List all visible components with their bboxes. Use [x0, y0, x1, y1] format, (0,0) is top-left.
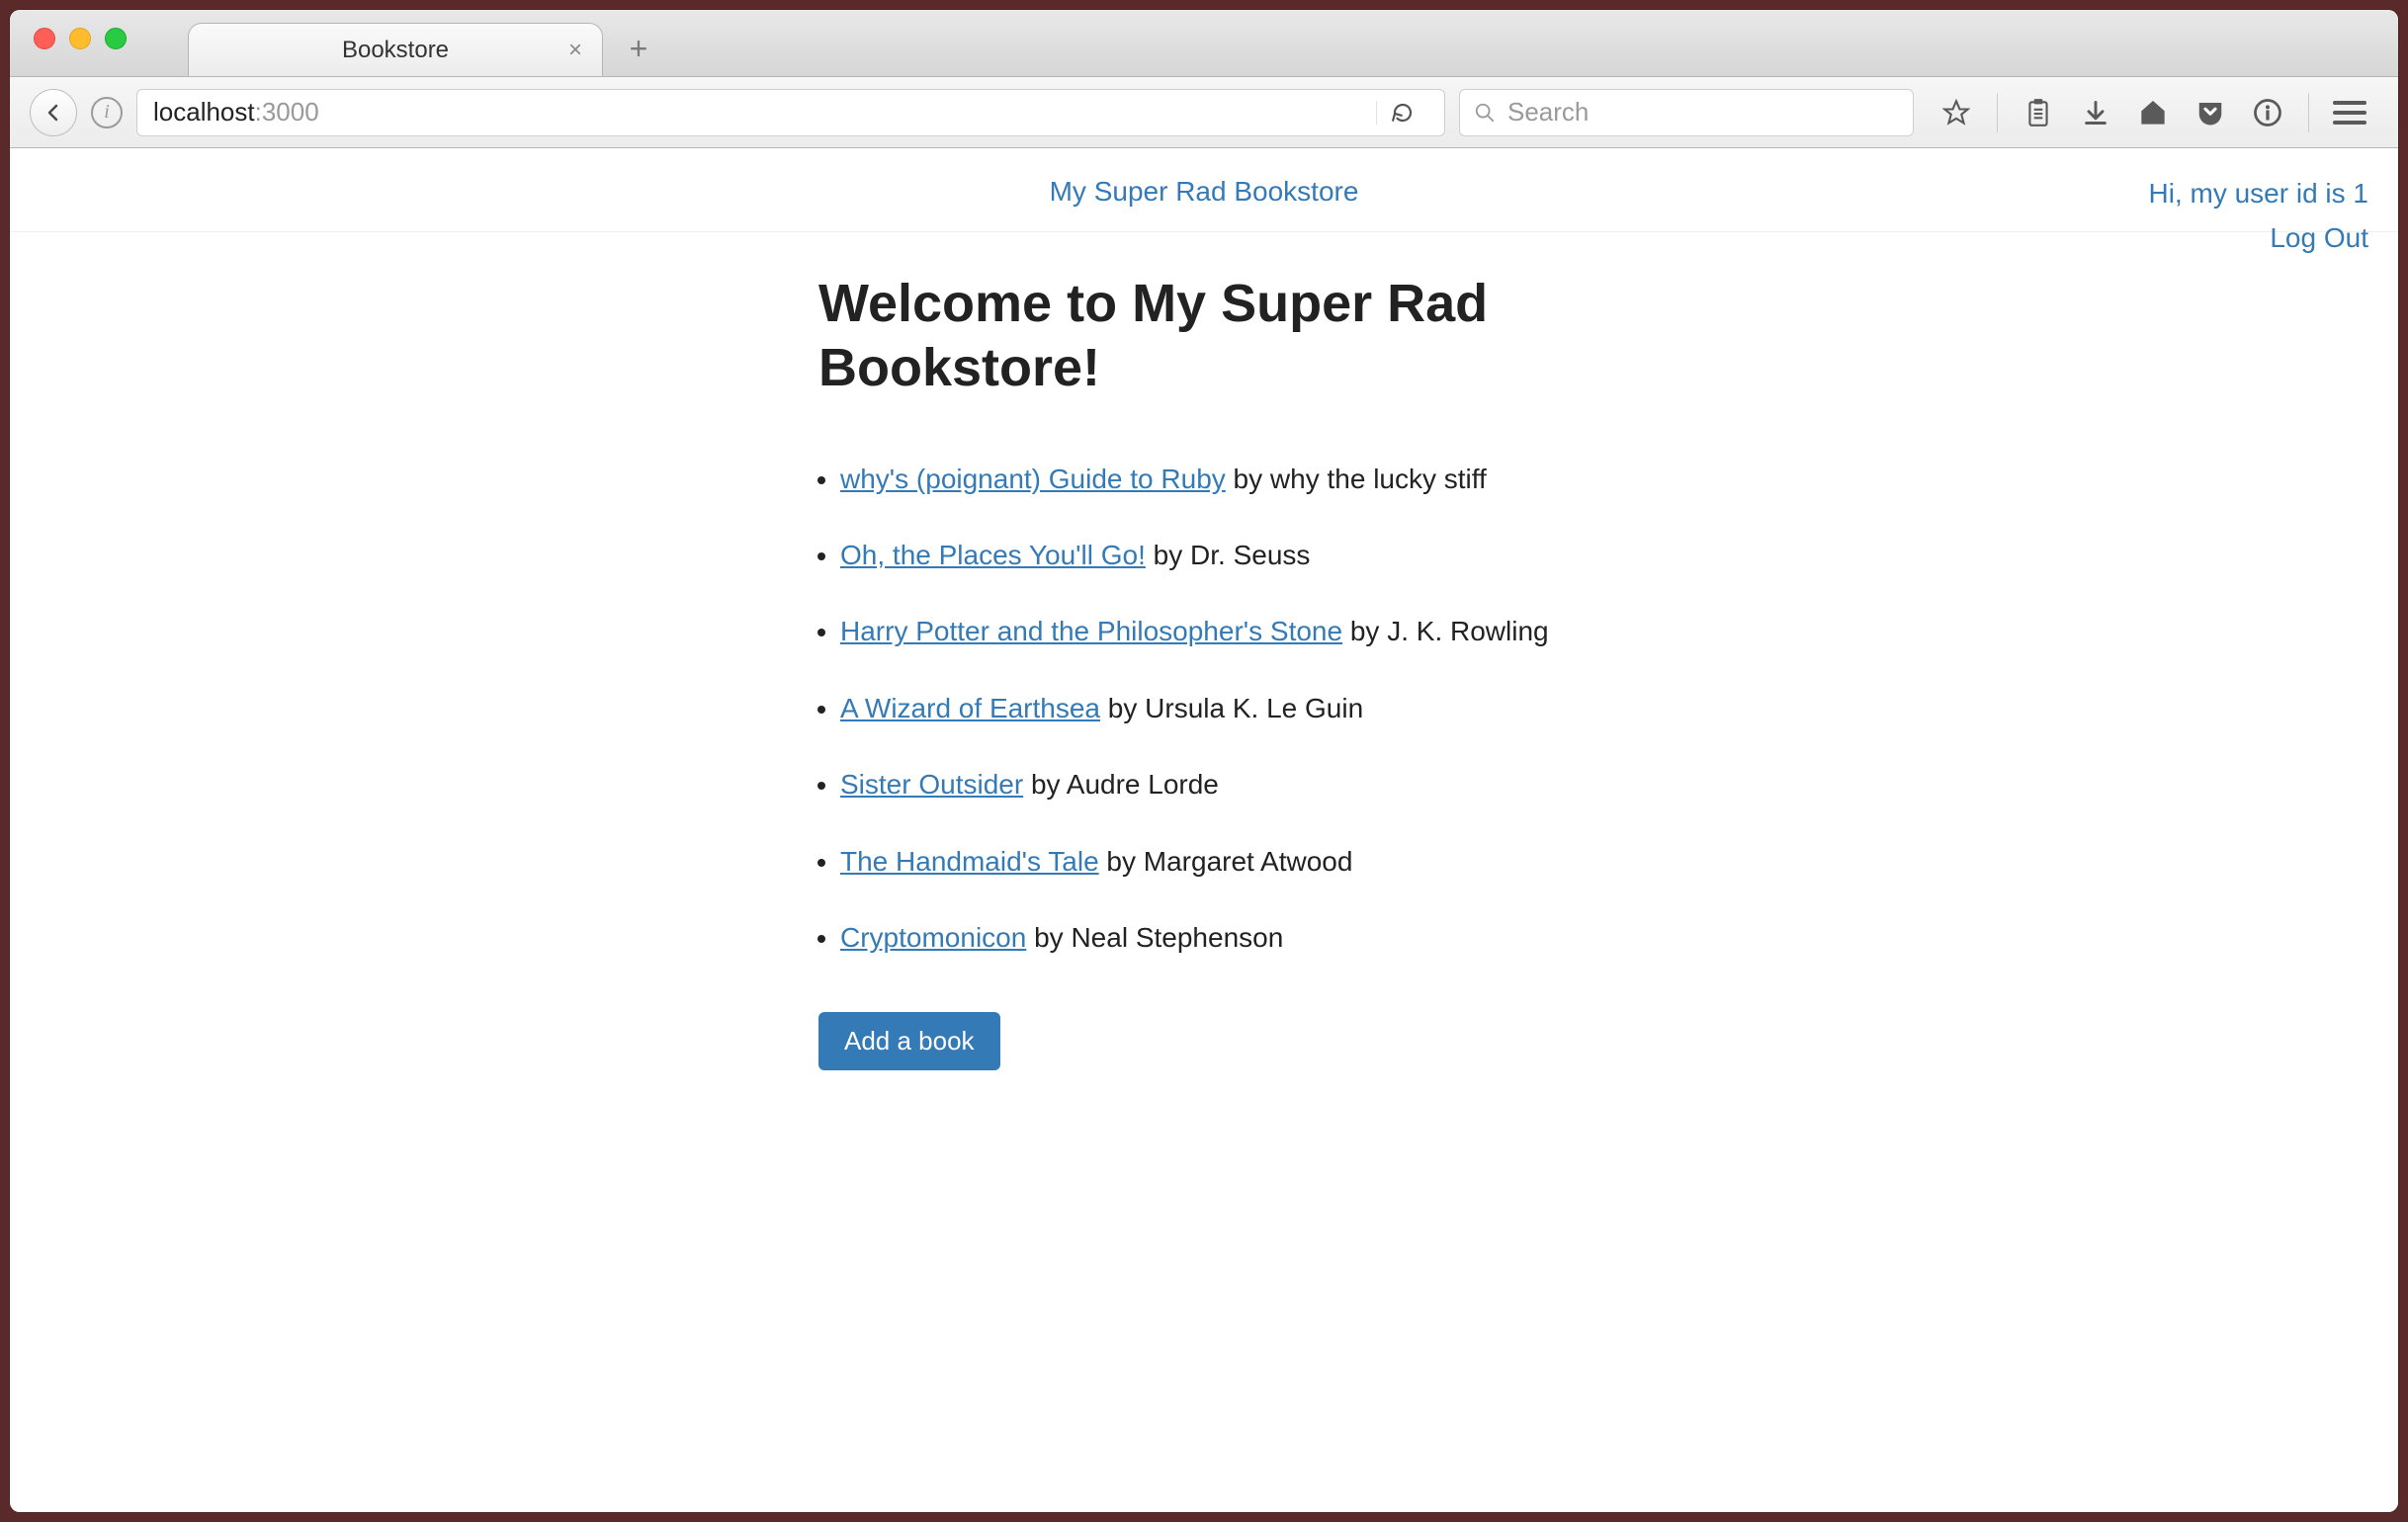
back-arrow-icon [43, 103, 63, 123]
toolbar-separator [2308, 93, 2309, 132]
list-item: The Handmaid's Tale by Margaret Atwood [840, 840, 1590, 883]
list-item: why's (poignant) Guide to Ruby by why th… [840, 458, 1590, 500]
window-controls [34, 28, 127, 49]
info-circle-icon[interactable] [2251, 96, 2284, 129]
by-text: by [1226, 464, 1270, 494]
book-author: Neal Stephenson [1071, 922, 1283, 953]
search-icon [1474, 102, 1496, 124]
url-host: localhost [153, 97, 255, 127]
brand-link[interactable]: My Super Rad Bookstore [1050, 176, 1359, 207]
page-title: Welcome to My Super Rad Bookstore! [818, 272, 1590, 400]
book-title-link[interactable]: The Handmaid's Tale [840, 846, 1099, 877]
book-title-link[interactable]: why's (poignant) Guide to Ruby [840, 464, 1226, 494]
window-maximize-button[interactable] [105, 28, 127, 49]
pocket-icon[interactable] [2193, 96, 2227, 129]
browser-tab[interactable]: Bookstore × [188, 23, 603, 76]
add-book-button[interactable]: Add a book [818, 1012, 1000, 1070]
by-text: by [1099, 846, 1144, 877]
list-item: A Wizard of Earthsea by Ursula K. Le Gui… [840, 687, 1590, 729]
book-author: Margaret Atwood [1144, 846, 1353, 877]
menu-icon[interactable] [2333, 101, 2366, 125]
book-title-link[interactable]: Sister Outsider [840, 769, 1023, 800]
brand-link-wrapper: My Super Rad Bookstore [40, 176, 2368, 208]
tab-title: Bookstore [342, 37, 449, 64]
window-close-button[interactable] [34, 28, 55, 49]
site-info-icon[interactable]: i [91, 97, 123, 128]
browser-window: Bookstore × + i localhost:3000 Search [10, 10, 2398, 1512]
reload-icon[interactable] [1376, 101, 1428, 125]
book-title-link[interactable]: Harry Potter and the Philosopher's Stone [840, 616, 1342, 646]
bookmark-star-icon[interactable] [1939, 96, 1973, 129]
url-bar[interactable]: localhost:3000 [136, 89, 1445, 136]
book-author: why the lucky stiff [1270, 464, 1487, 494]
home-icon[interactable] [2136, 96, 2170, 129]
book-author: Audre Lorde [1067, 769, 1219, 800]
toolbar: i localhost:3000 Search [10, 77, 2398, 148]
page-nav: My Super Rad Bookstore Hi, my user id is… [10, 148, 2398, 232]
url-port: :3000 [255, 97, 319, 127]
by-text: by [1026, 922, 1071, 953]
book-author: Dr. Seuss [1190, 540, 1310, 570]
toolbar-separator [1997, 93, 1998, 132]
close-tab-icon[interactable]: × [568, 37, 582, 64]
book-title-link[interactable]: Oh, the Places You'll Go! [840, 540, 1146, 570]
search-placeholder: Search [1507, 97, 1589, 127]
nav-right: Hi, my user id is 1 Log Out [2149, 172, 2369, 261]
new-tab-button[interactable]: + [615, 25, 662, 72]
book-author: Ursula K. Le Guin [1145, 693, 1363, 723]
by-text: by [1342, 616, 1387, 646]
list-item: Cryptomonicon by Neal Stephenson [840, 916, 1590, 959]
book-title-link[interactable]: Cryptomonicon [840, 922, 1026, 953]
book-author: J. K. Rowling [1387, 616, 1548, 646]
search-input[interactable]: Search [1459, 89, 1914, 136]
user-greeting-link[interactable]: Hi, my user id is 1 [2149, 178, 2369, 209]
logout-link[interactable]: Log Out [2270, 222, 2368, 253]
titlebar: Bookstore × + [10, 10, 2398, 77]
by-text: by [1100, 693, 1145, 723]
book-list: why's (poignant) Guide to Ruby by why th… [818, 458, 1590, 960]
book-title-link[interactable]: A Wizard of Earthsea [840, 693, 1100, 723]
back-button[interactable] [30, 89, 77, 136]
by-text: by [1146, 540, 1190, 570]
list-item: Oh, the Places You'll Go! by Dr. Seuss [840, 534, 1590, 576]
by-text: by [1023, 769, 1067, 800]
list-item: Harry Potter and the Philosopher's Stone… [840, 610, 1590, 652]
window-minimize-button[interactable] [69, 28, 91, 49]
clipboard-icon[interactable] [2021, 96, 2055, 129]
download-icon[interactable] [2079, 96, 2112, 129]
viewport: My Super Rad Bookstore Hi, my user id is… [10, 148, 2398, 1512]
tabstrip: Bookstore × + [188, 10, 662, 76]
main-container: Welcome to My Super Rad Bookstore! why's… [799, 272, 1609, 1070]
list-item: Sister Outsider by Audre Lorde [840, 763, 1590, 805]
toolbar-icons [1928, 93, 2378, 132]
